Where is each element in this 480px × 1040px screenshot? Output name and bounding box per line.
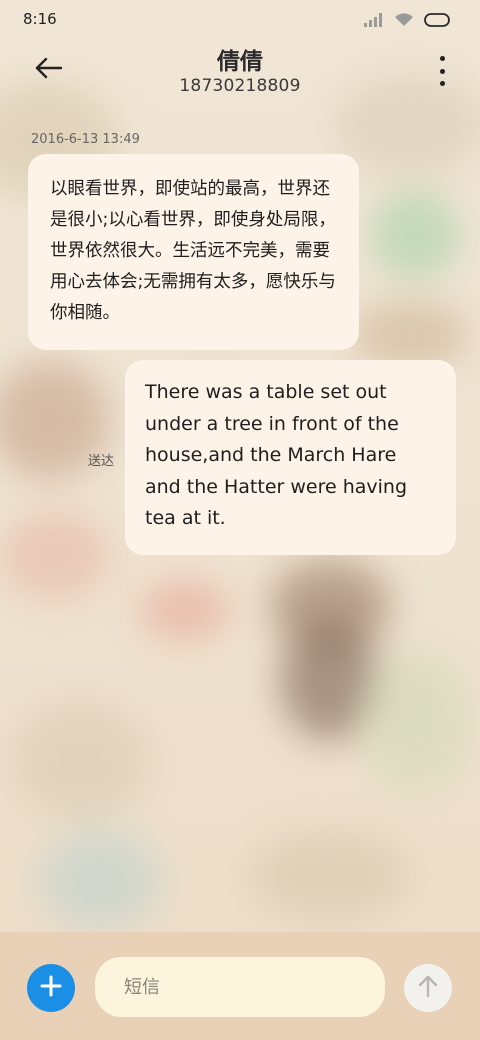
incoming-message-bubble[interactable]: 以眼看世界，即使站的最高，世界还是很小;以心看世界，即使身处局限，世界依然很大。… bbox=[28, 154, 359, 350]
message-timestamp: 2016-6-13 13:49 bbox=[31, 132, 140, 147]
signal-icon bbox=[364, 12, 384, 31]
more-options-button[interactable] bbox=[436, 56, 448, 86]
add-attachment-button[interactable] bbox=[27, 964, 75, 1012]
message-input[interactable] bbox=[122, 975, 366, 999]
status-icons bbox=[364, 12, 452, 31]
more-vertical-icon-dot bbox=[439, 56, 445, 61]
message-input-container[interactable] bbox=[95, 957, 385, 1017]
battery-icon bbox=[424, 12, 452, 31]
wifi-icon bbox=[394, 12, 414, 31]
contact-name: 倩倩 bbox=[217, 49, 263, 75]
message-text: There was a table set out under a tree i… bbox=[145, 381, 408, 529]
more-vertical-icon-dot bbox=[439, 68, 445, 74]
outgoing-message-bubble[interactable]: There was a table set out under a tree i… bbox=[125, 360, 456, 555]
status-bar: 8:16 bbox=[0, 0, 480, 40]
message-text: 以眼看世界，即使站的最高，世界还是很小;以心看世界，即使身处局限，世界依然很大。… bbox=[50, 179, 336, 323]
compose-bar bbox=[0, 932, 480, 1040]
send-arrow-up-icon bbox=[417, 974, 439, 1002]
plus-icon bbox=[40, 975, 62, 1001]
status-time: 8:16 bbox=[23, 10, 57, 28]
send-button[interactable] bbox=[404, 964, 452, 1012]
conversation-header: 倩倩 18730218809 bbox=[0, 40, 480, 110]
more-vertical-icon-dot bbox=[439, 81, 445, 86]
contact-number: 18730218809 bbox=[179, 76, 301, 96]
delivery-status: 送达 bbox=[88, 454, 115, 469]
